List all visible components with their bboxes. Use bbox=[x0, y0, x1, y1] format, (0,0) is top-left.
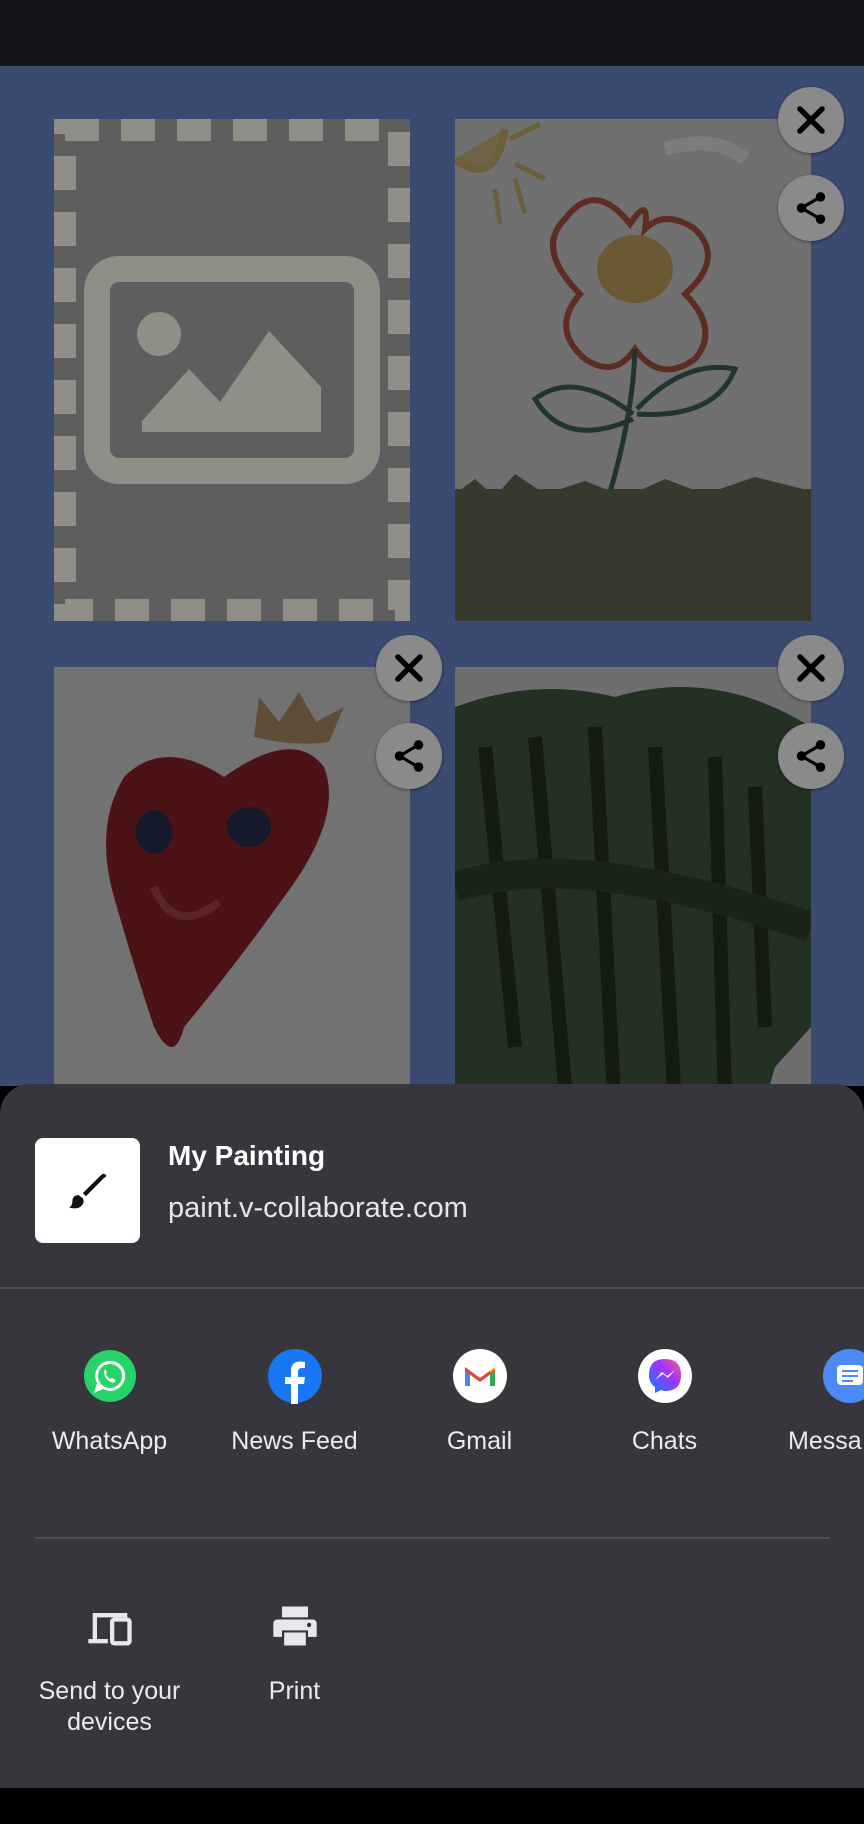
navigation-bar bbox=[0, 1788, 864, 1824]
painting-tile-heart[interactable] bbox=[54, 667, 410, 1086]
share-target-gmail[interactable]: Gmail bbox=[387, 1348, 572, 1457]
painting-tile-flower[interactable] bbox=[455, 119, 811, 621]
share-icon bbox=[394, 740, 424, 772]
share-icon bbox=[796, 740, 826, 772]
scribble-painting bbox=[455, 667, 811, 1086]
share-button[interactable] bbox=[376, 723, 442, 789]
share-sheet: My Painting paint.v-collaborate.com What… bbox=[0, 1084, 864, 1788]
paintbrush-icon bbox=[68, 1173, 106, 1208]
share-target-messages[interactable]: Messa bbox=[757, 1348, 864, 1457]
gmail-icon bbox=[452, 1348, 508, 1404]
share-target-label: News Feed bbox=[231, 1427, 358, 1455]
facebook-icon bbox=[267, 1348, 323, 1404]
close-icon bbox=[395, 654, 423, 682]
divider bbox=[35, 1537, 830, 1539]
divider bbox=[0, 1287, 864, 1289]
close-icon bbox=[797, 654, 825, 682]
share-subtitle: paint.v-collaborate.com bbox=[168, 1192, 468, 1224]
share-button[interactable] bbox=[778, 175, 844, 241]
flower-painting bbox=[455, 119, 811, 621]
messenger-icon bbox=[637, 1348, 693, 1404]
painting-placeholder-tile[interactable] bbox=[54, 119, 410, 621]
image-placeholder-icon bbox=[54, 119, 410, 621]
share-target-label: Chats bbox=[631, 1427, 698, 1455]
delete-button[interactable] bbox=[778, 87, 844, 153]
close-icon bbox=[797, 106, 825, 134]
send-to-devices-button[interactable]: Send to your devices bbox=[17, 1598, 202, 1738]
app-thumbnail bbox=[35, 1138, 140, 1243]
painting-gallery bbox=[0, 66, 864, 1086]
share-target-label: Messa bbox=[788, 1427, 862, 1455]
share-icon bbox=[796, 192, 826, 224]
share-target-label: Gmail bbox=[446, 1427, 513, 1455]
share-target-whatsapp[interactable]: WhatsApp bbox=[17, 1348, 202, 1457]
share-target-chats[interactable]: Chats bbox=[572, 1348, 757, 1457]
share-action-label: Print bbox=[268, 1677, 321, 1705]
print-icon bbox=[267, 1598, 323, 1654]
share-action-label: Send to your devices bbox=[38, 1677, 181, 1736]
share-title: My Painting bbox=[168, 1140, 326, 1171]
status-bar bbox=[0, 0, 864, 66]
whatsapp-icon bbox=[82, 1348, 138, 1404]
devices-icon bbox=[82, 1598, 138, 1654]
share-button[interactable] bbox=[778, 723, 844, 789]
print-button[interactable]: Print bbox=[202, 1598, 387, 1707]
delete-button[interactable] bbox=[376, 635, 442, 701]
messages-icon bbox=[822, 1348, 864, 1404]
heart-painting bbox=[54, 667, 410, 1086]
share-target-news-feed[interactable]: News Feed bbox=[202, 1348, 387, 1457]
delete-button[interactable] bbox=[778, 635, 844, 701]
share-target-label: WhatsApp bbox=[51, 1427, 168, 1455]
painting-tile-scribble[interactable] bbox=[455, 667, 811, 1086]
